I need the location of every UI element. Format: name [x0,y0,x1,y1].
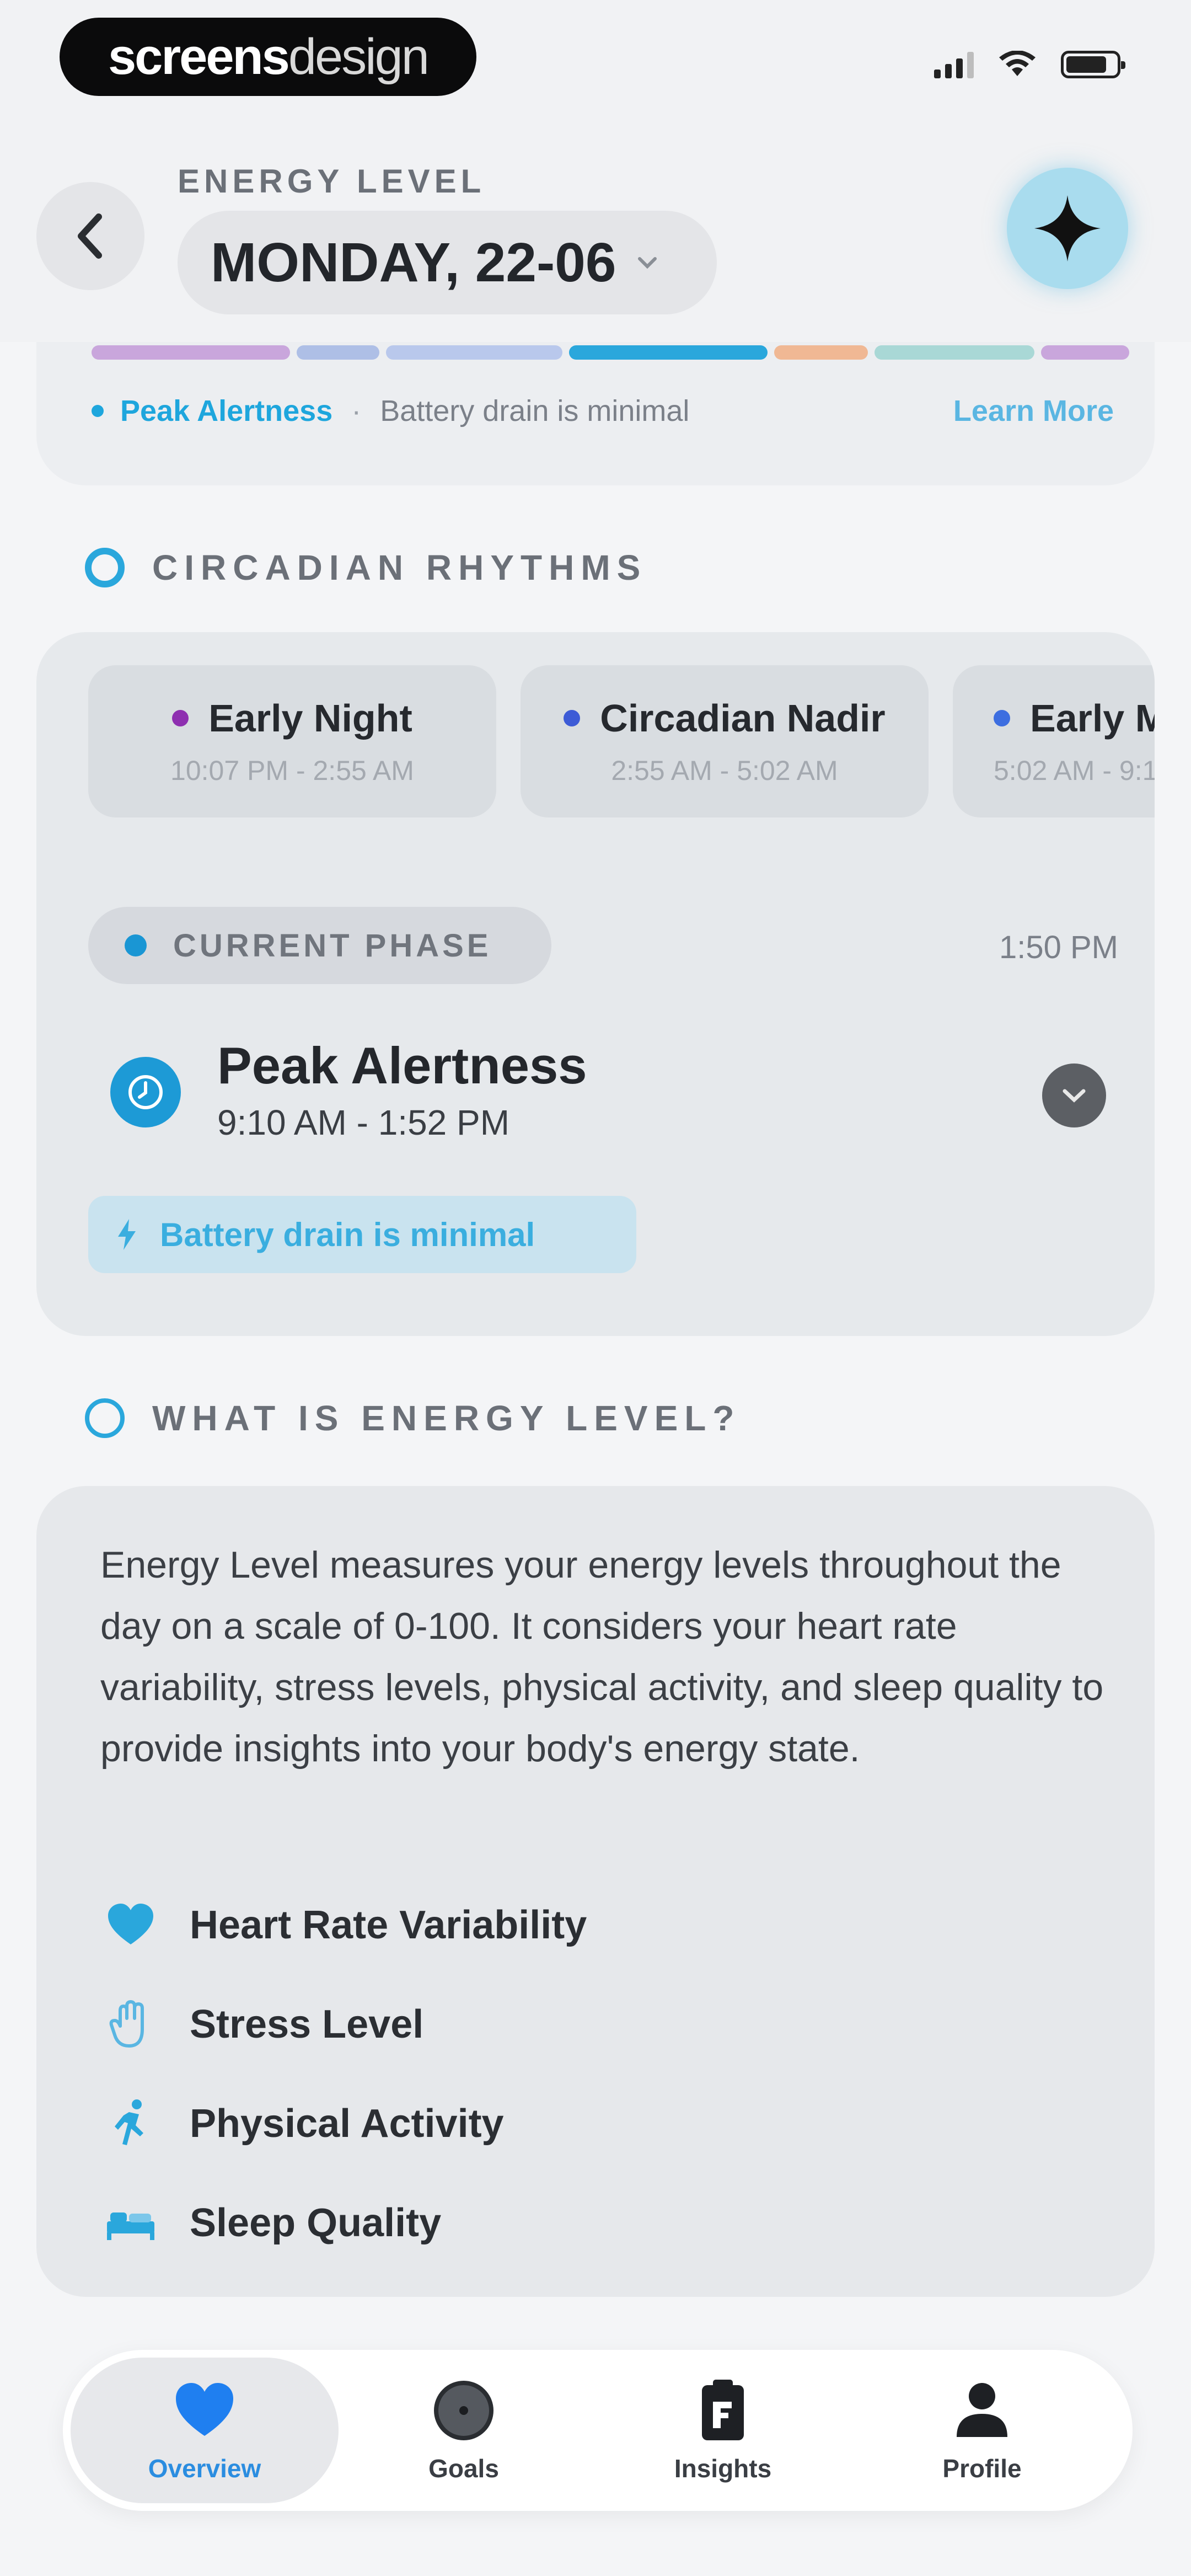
current-phase-row: Peak Alertness 9:10 AM - 1:52 PM [110,1025,1118,1157]
phase-chip-time: 5:02 AM - 9:1 [994,755,1155,786]
info-section-header: WHAT IS ENERGY LEVEL? [85,1398,741,1439]
tab-label: Insights [674,2454,772,2483]
header: ENERGY LEVEL MONDAY, 22-06 [0,116,1191,342]
learn-more-link[interactable]: Learn More [953,394,1114,428]
summary-description: Battery drain is minimal [380,394,690,427]
current-phase-name: Peak Alertness [217,1036,587,1094]
factor-item: Stress Level [100,1975,587,2074]
wifi-icon [999,51,1036,76]
back-button[interactable] [36,182,144,290]
status-icons [934,51,1125,78]
current-time: 1:50 PM [999,929,1118,965]
energy-timeline-bar [92,345,1156,360]
date-selector[interactable]: MONDAY, 22-06 [178,211,717,314]
battery-drain-chip: Battery drain is minimal [88,1196,636,1273]
heart-icon [176,2383,233,2436]
factor-label: Heart Rate Variability [190,1903,587,1947]
timeline-segment [569,345,768,360]
circadian-section-header: CIRCADIAN RHYTHMS [85,547,647,588]
phase-chip-name: Early Mo [1030,697,1155,740]
factor-list: Heart Rate Variability Stress Level Phys… [100,1875,587,2273]
header-eyebrow: ENERGY LEVEL [178,163,486,200]
current-phase-label: CURRENT PHASE [173,927,492,964]
timeline-segment [1041,345,1129,360]
brand-bold: screens [108,28,290,85]
chevron-down-icon [1063,1089,1086,1103]
phase-chip-name: Early Night [208,697,412,740]
phase-dot-icon [172,710,189,726]
timeline-segment [386,345,562,360]
tab-profile[interactable]: Profile [848,2358,1116,2503]
heart-icon [100,1895,161,1955]
clipboard-icon [702,2380,744,2440]
sparkle-icon [1034,195,1101,261]
phase-chip[interactable]: Early Night 10:07 PM - 2:55 AM [88,665,496,817]
battery-icon [1061,51,1125,78]
phase-chip-name: Circadian Nadir [600,697,886,740]
brand-logo: screens design [60,18,476,96]
chevron-down-icon [637,257,657,269]
current-phase-badge: CURRENT PHASE [88,907,551,984]
current-phase-range: 9:10 AM - 1:52 PM [217,1103,510,1142]
tab-label: Goals [428,2454,499,2483]
phase-chips: Early Night 10:07 PM - 2:55 AM Circadian… [88,665,1155,817]
factor-item: Sleep Quality [100,2173,587,2273]
tab-overview[interactable]: Overview [71,2358,339,2503]
phase-dot-icon [92,405,104,417]
factor-label: Sleep Quality [190,2201,442,2245]
circadian-section-title: CIRCADIAN RHYTHMS [152,548,647,587]
summary-footer: Peak Alertness · Battery drain is minima… [92,392,1114,430]
phase-dot-icon [564,710,581,726]
factor-label: Physical Activity [190,2102,504,2146]
circle-icon [85,548,125,587]
expand-button[interactable] [1042,1063,1106,1127]
summary-separator: · [351,394,362,427]
current-dot-icon [125,934,147,956]
target-icon [434,2381,493,2440]
brand-thin: design [288,28,430,85]
bottom-tab-bar: Overview Goals Insights Profile [63,2350,1133,2511]
chevron-left-icon [78,213,102,259]
tab-goals[interactable]: Goals [330,2358,598,2503]
timeline-segment [297,345,379,360]
factor-label: Stress Level [190,2002,424,2046]
phase-chip-time: 2:55 AM - 5:02 AM [611,755,838,786]
summary-phase: Peak Alertness [120,394,333,427]
date-label: MONDAY, 22-06 [211,231,616,293]
phase-chip[interactable]: Early Mo 5:02 AM - 9:1 [953,665,1155,817]
battery-drain-text: Battery drain is minimal [160,1216,535,1253]
factor-item: Physical Activity [100,2074,587,2173]
energy-level-screen: screens design Peak Alertness · Battery d… [0,0,1191,2576]
info-description: Energy Level measures your energy levels… [100,1544,1104,1770]
timeline-segment [774,345,868,360]
hand-icon [100,1994,161,2055]
phase-chip-time: 10:07 PM - 2:55 AM [170,755,414,786]
tab-label: Profile [942,2454,1022,2483]
info-card: Energy Level measures your energy levels… [36,1486,1155,2297]
status-bar: screens design [0,0,1191,116]
tab-insights[interactable]: Insights [589,2358,857,2503]
ai-assistant-button[interactable] [1007,168,1128,289]
info-section-title: WHAT IS ENERGY LEVEL? [152,1398,741,1438]
timeline-segment [875,345,1034,360]
phase-dot-icon [994,710,1010,726]
tab-label: Overview [148,2454,261,2483]
bed-icon [100,2193,161,2253]
signal-icon [934,51,974,78]
circadian-card: Early Night 10:07 PM - 2:55 AM Circadian… [36,632,1155,1336]
timeline-segment [92,345,290,360]
phase-chip[interactable]: Circadian Nadir 2:55 AM - 5:02 AM [521,665,929,817]
running-icon [100,2093,161,2154]
person-icon [957,2383,1007,2437]
bolt-icon [118,1219,136,1250]
factor-item: Heart Rate Variability [100,1875,587,1975]
clock-icon [110,1057,181,1127]
info-icon [85,1398,125,1438]
